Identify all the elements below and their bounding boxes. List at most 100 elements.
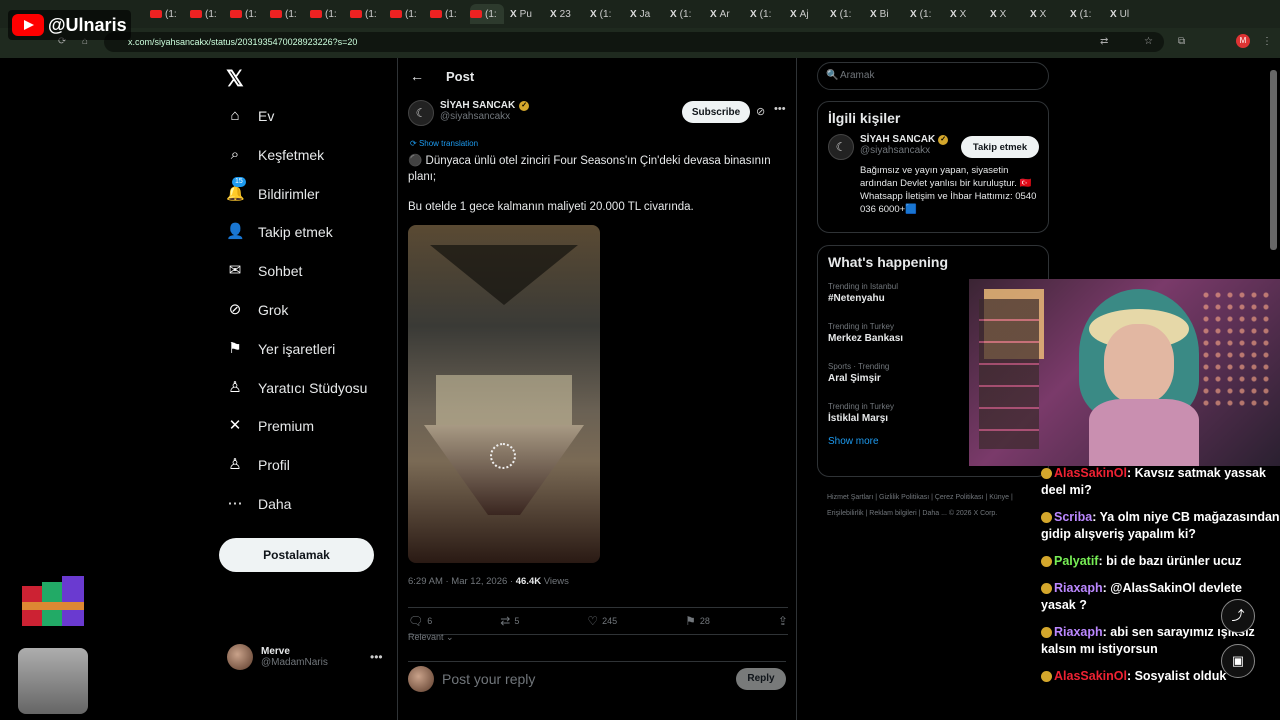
account-handle: @MadamNaris	[261, 657, 328, 668]
reply-input[interactable]: Post your reply	[442, 671, 728, 687]
account-switcher[interactable]: Merve @MadamNaris	[227, 644, 328, 670]
nav-item[interactable]: ⋯ Daha	[226, 489, 292, 519]
browser-tab[interactable]: X Ar	[710, 4, 746, 24]
author-handle[interactable]: @siyahsancakx	[440, 111, 529, 122]
chat-username: AlasSakinOl	[1054, 466, 1127, 480]
browser-tab[interactable]: (1:	[310, 4, 346, 24]
nav-label: Bildirimler	[258, 185, 320, 202]
nav-label: Sohbet	[258, 263, 303, 280]
browser-tab[interactable]: (1:	[390, 4, 426, 24]
x-tab-icon: X	[550, 8, 557, 20]
repost-action[interactable]: ⇄ 5	[500, 614, 519, 628]
browser-tab[interactable]: X (1:	[750, 4, 786, 24]
browser-tab[interactable]: (1:	[150, 4, 186, 24]
extensions-icon[interactable]: ⧉	[1178, 36, 1185, 47]
share-action[interactable]: ⇪	[778, 614, 788, 628]
browser-tab[interactable]: (1:	[430, 4, 466, 24]
back-arrow-icon[interactable]: ←	[410, 68, 424, 84]
action-bar: 🗨 6 ⇄ 5 ♡ 245 ⚑ 28 ⇪	[408, 607, 788, 635]
browser-tab[interactable]: X (1:	[670, 4, 706, 24]
browser-tab[interactable]: X Ja	[630, 4, 666, 24]
menu-icon[interactable]: ⋮	[1262, 36, 1272, 47]
mail-icon: ✉	[228, 262, 242, 280]
star-icon[interactable]: ☆	[1144, 36, 1153, 47]
nav-item[interactable]: ♙ Yaratıcı Stüdyosu	[226, 373, 367, 403]
browser-tab[interactable]: (1:	[350, 4, 386, 24]
browser-tab[interactable]: X (1:	[910, 4, 946, 24]
account-more-icon[interactable]: •••	[370, 650, 383, 664]
browser-tab[interactable]: X Pu	[510, 4, 546, 24]
chat-username: AlasSakinOl	[1054, 669, 1127, 683]
browser-tab[interactable]: X 23	[550, 4, 586, 24]
nav-item[interactable]: 👤 Takip etmek	[226, 217, 333, 247]
post-video[interactable]	[408, 225, 600, 563]
footer-links[interactable]: Hizmet Şartları | Gizlilik Politikası | …	[827, 490, 1037, 522]
nav-item[interactable]: ⌕ Keşfetmek	[226, 140, 324, 170]
page-title: Post	[446, 68, 475, 84]
overlay-gift-icon[interactable]: ▣	[1221, 644, 1255, 678]
like-action[interactable]: ♡ 245	[587, 614, 617, 628]
browser-tab[interactable]: XX	[990, 4, 1026, 24]
chat-username: Riaxaph	[1054, 625, 1103, 639]
overlay-action-icon[interactable]: ⤴	[1221, 599, 1255, 633]
x-tab-icon: X	[870, 8, 877, 20]
post-time[interactable]: 6:29 AM · Mar 12, 2026 ·	[408, 576, 516, 587]
browser-tab[interactable]: X Aj	[790, 4, 826, 24]
reply-composer: Post your reply Reply	[408, 661, 786, 692]
like-count: 245	[602, 616, 618, 626]
tab-label: (1:	[205, 8, 217, 20]
translate-browser-icon[interactable]: ⇄	[1100, 36, 1108, 47]
nav-item[interactable]: ⚑ Yer işaretleri	[226, 334, 335, 364]
x-logo[interactable]: 𝕏	[226, 66, 244, 92]
author-name-row[interactable]: SİYAH SANCAK ✓	[440, 100, 530, 111]
nav-item[interactable]: 🔔 15 Bildirimler	[226, 176, 320, 209]
x-tab-icon: X	[1030, 8, 1037, 20]
nav-item[interactable]: ⌂ Ev	[226, 101, 274, 131]
profile-avatar[interactable]: M	[1236, 34, 1250, 48]
nav-item[interactable]: ⊘ Grok	[226, 295, 289, 325]
author-avatar[interactable]: ☾	[408, 100, 434, 126]
browser-tab[interactable]: (1:	[230, 4, 266, 24]
glass-app-icon[interactable]	[18, 648, 88, 714]
page-scrollbar[interactable]	[1270, 70, 1277, 250]
chat-username: Palyatif	[1054, 554, 1099, 568]
browser-tab[interactable]: XX	[1030, 4, 1066, 24]
browser-tab[interactable]: (1:	[270, 4, 306, 24]
more-icon[interactable]: •••	[774, 103, 786, 115]
youtube-tab-icon	[390, 10, 402, 18]
browser-tab[interactable]: X (1:	[590, 4, 626, 24]
subscribe-button[interactable]: Subscribe	[682, 101, 750, 123]
grok-icon[interactable]: ⊘	[756, 105, 765, 118]
nav-item[interactable]: ♙ Profil	[226, 450, 290, 480]
bookmark-action[interactable]: ⚑ 28	[685, 614, 710, 628]
tab-label: (1:	[165, 8, 177, 20]
archive-app-icon[interactable]	[22, 576, 86, 634]
browser-tab[interactable]: (1:	[470, 4, 504, 24]
post-button[interactable]: Postalamak	[219, 538, 374, 572]
browser-tab[interactable]: X Ul	[1110, 4, 1146, 24]
tab-label: (1:	[365, 8, 377, 20]
bookmark-icon: ⚑	[228, 339, 242, 357]
translate-label: Show translation	[418, 139, 479, 148]
related-person[interactable]: ☾ SİYAH SANCAK ✓ @siyahsancakx Takip etme…	[818, 134, 1048, 160]
search-input[interactable]: 🔍 Aramak	[817, 62, 1049, 90]
browser-tab[interactable]: XX	[950, 4, 986, 24]
show-translation-link[interactable]: ⟳ Show translation	[410, 139, 478, 148]
address-bar[interactable]: x.com/siyahsancakx/status/20319354700289…	[104, 32, 1164, 52]
browser-tab[interactable]: (1:	[190, 4, 226, 24]
tab-label: (1:	[325, 8, 337, 20]
post-text-1: ⚫ Dünyaca ünlü otel zinciri Four Seasons…	[408, 155, 771, 183]
sort-dropdown[interactable]: Relevant ⌄	[408, 632, 454, 643]
nav-label: Daha	[258, 496, 292, 512]
browser-tab[interactable]: X (1:	[1070, 4, 1106, 24]
reply-action[interactable]: 🗨 6	[408, 614, 432, 628]
post-text-2: Bu otelde 1 gece kalmanın maliyeti 20.00…	[408, 201, 694, 213]
reply-button[interactable]: Reply	[736, 667, 786, 690]
nav-item[interactable]: ✕ Premium	[226, 411, 314, 441]
follow-button[interactable]: Takip etmek	[961, 136, 1039, 158]
browser-tab[interactable]: X Bi	[870, 4, 906, 24]
tab-label: (1:	[1079, 8, 1092, 20]
nav-item[interactable]: ✉ Sohbet	[226, 256, 303, 286]
tab-label: (1:	[245, 8, 257, 20]
browser-tab[interactable]: X (1:	[830, 4, 866, 24]
